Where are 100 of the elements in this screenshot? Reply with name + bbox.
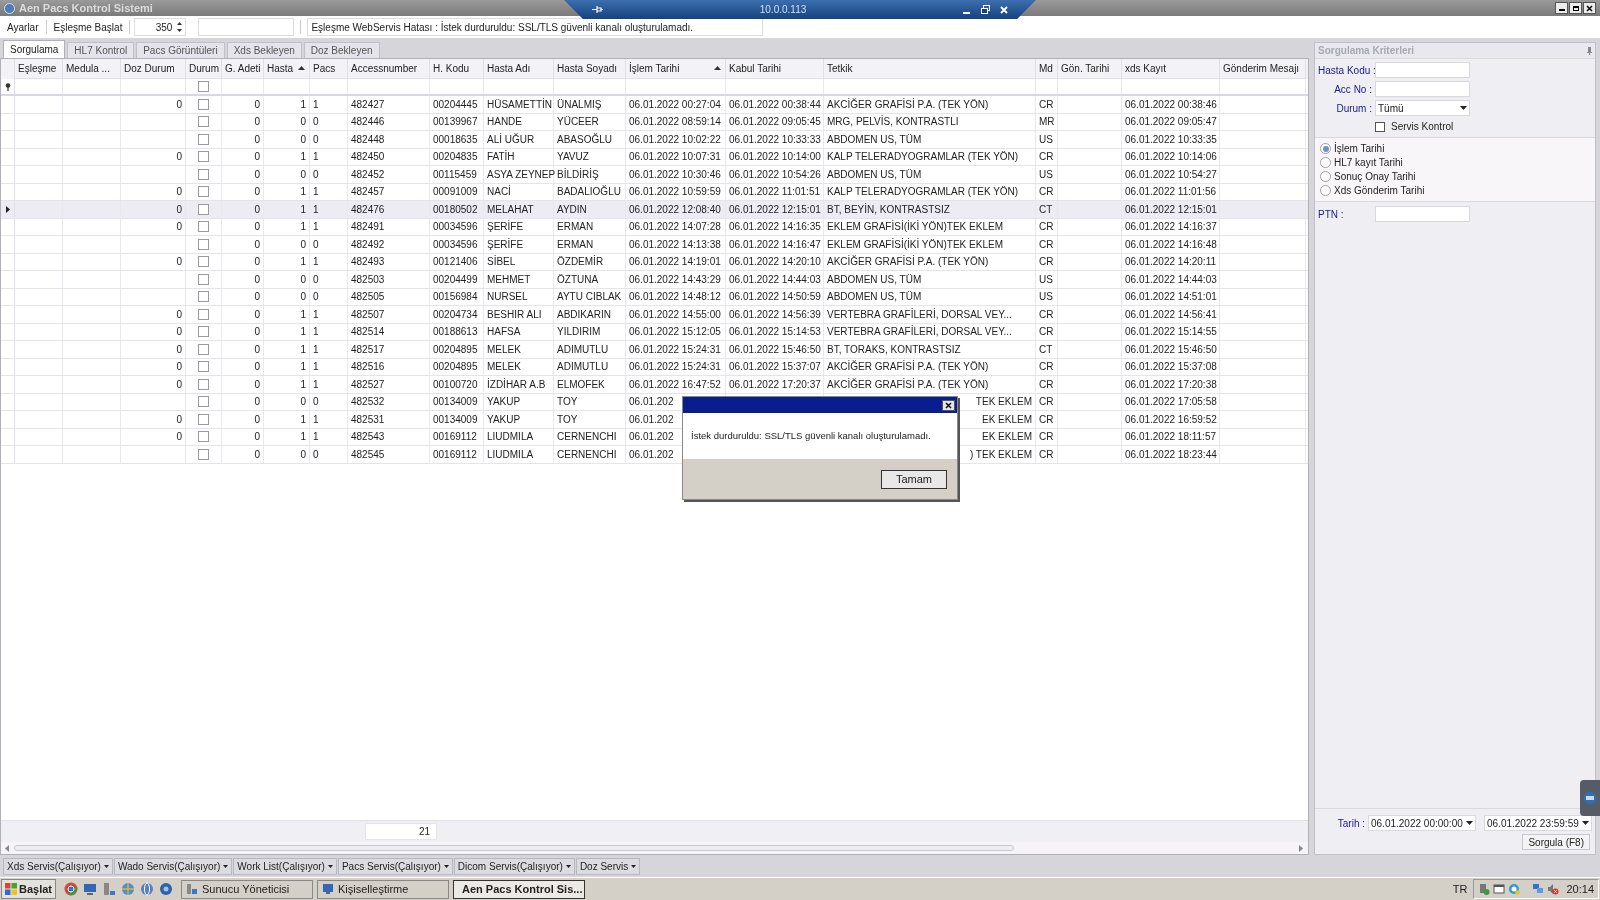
checkbox[interactable] [198, 238, 209, 250]
service-dropdown[interactable]: Dicom Servis(Çalışıyor) [453, 857, 575, 875]
column-header[interactable]: Eşleşme [15, 59, 63, 79]
sort-up-icon [714, 66, 721, 70]
globe-icon[interactable] [140, 882, 155, 896]
checkbox[interactable] [198, 256, 209, 268]
clock[interactable]: 20:14 [1562, 880, 1594, 898]
checkbox[interactable] [198, 431, 209, 443]
table-cell-text: 00204445 [433, 97, 478, 112]
column-header[interactable]: Doz Durum [121, 59, 186, 79]
close-button[interactable] [942, 399, 955, 411]
ptn-field[interactable] [1375, 206, 1470, 222]
column-header[interactable]: İşlem Tarihi [626, 59, 726, 79]
computers-icon[interactable] [1532, 883, 1545, 895]
refresh-icon[interactable] [1508, 883, 1521, 895]
pin-icon[interactable] [592, 5, 603, 14]
checkbox[interactable] [198, 343, 209, 355]
radio-button[interactable] [1320, 143, 1331, 154]
service-dropdown[interactable]: Doz Servis [575, 857, 641, 875]
date-picker[interactable]: 06.01.2022 23:59:59 [1484, 815, 1592, 831]
column-header[interactable]: Gön. Tarihi [1058, 59, 1122, 79]
column-header[interactable]: Tetkik [824, 59, 1036, 79]
hasta-kodu-field[interactable] [1375, 62, 1470, 78]
column-header[interactable]: G. Adeti [222, 59, 264, 79]
query-button[interactable]: Sorgula (F8) [1522, 834, 1590, 850]
taskbar-button[interactable]: Kişiselleştirme [317, 879, 450, 899]
checkbox[interactable] [198, 81, 209, 92]
checkbox[interactable] [198, 396, 209, 408]
language-indicator[interactable]: TR [1448, 880, 1472, 898]
checkbox[interactable] [198, 221, 209, 233]
checkbox[interactable] [1375, 121, 1385, 132]
checkbox[interactable] [198, 413, 209, 425]
checkbox[interactable] [198, 203, 209, 215]
horizontal-scrollbar[interactable] [1, 842, 1308, 854]
restore-icon[interactable] [981, 5, 990, 14]
checkbox[interactable] [198, 98, 209, 110]
column-header[interactable]: xds Kayıt [1122, 59, 1220, 79]
checkbox[interactable] [198, 378, 209, 390]
checkbox[interactable] [198, 151, 209, 163]
checkbox[interactable] [198, 116, 209, 128]
table-cell-text: HÜSAMETTİN [487, 97, 552, 112]
checkbox[interactable] [198, 308, 209, 320]
spinner-arrows-icon[interactable] [176, 21, 184, 33]
tab[interactable]: Xds Bekleyen [226, 42, 302, 58]
close-button[interactable] [1583, 2, 1596, 14]
scroll-left-icon[interactable] [5, 844, 10, 852]
table-cell-text: 0 [313, 447, 319, 462]
tab[interactable]: Doz Bekleyen [303, 42, 380, 58]
column-header[interactable]: Hasta [264, 59, 310, 79]
column-header[interactable]: Hasta Soyadı [554, 59, 626, 79]
checkbox[interactable] [198, 186, 209, 198]
column-header[interactable]: Gönderim Mesajı [1220, 59, 1306, 79]
side-tab[interactable] [1580, 780, 1600, 816]
column-header[interactable]: Medula ... [63, 59, 121, 79]
column-header[interactable]: Pacs [310, 59, 348, 79]
durum-dropdown[interactable]: Tümü [1375, 100, 1470, 116]
radio-button[interactable] [1320, 171, 1331, 182]
column-header[interactable]: Durum [186, 59, 222, 79]
ok-button[interactable]: Tamam [881, 469, 947, 489]
taskbar-button[interactable]: Aen Pacs Kontrol Sis... [453, 879, 586, 899]
muted-speaker-icon[interactable] [1547, 883, 1560, 895]
checkbox[interactable] [198, 273, 209, 285]
restore-button[interactable] [1569, 2, 1582, 14]
service-dropdown[interactable]: Wado Servis(Çalışıyor) [113, 857, 233, 875]
monitor-icon[interactable] [83, 882, 98, 896]
circle-icon[interactable] [64, 882, 79, 896]
column-header[interactable]: H. Kodu [430, 59, 484, 79]
column-header[interactable]: Md [1036, 59, 1058, 79]
toolbar-button[interactable]: Ayarlar [4, 19, 42, 35]
circle-icon[interactable] [159, 882, 174, 896]
service-dropdown[interactable]: Pacs Servis(Çalışıyor) [337, 857, 453, 875]
start-button[interactable]: Başlat [1, 879, 57, 899]
tab[interactable]: Sorgulama [3, 40, 66, 58]
acc-no-field[interactable] [1375, 81, 1470, 97]
column-header[interactable]: Accessnumber [348, 59, 430, 79]
checkbox[interactable] [198, 168, 209, 180]
scroll-right-icon[interactable] [1299, 844, 1304, 852]
tab[interactable]: HL7 Kontrol [67, 42, 135, 58]
checkbox[interactable] [198, 291, 209, 303]
radio-button[interactable] [1320, 157, 1331, 168]
minimize-button[interactable] [1555, 2, 1568, 14]
tab[interactable]: Pacs Görüntüleri [136, 42, 225, 58]
globe-icon[interactable] [121, 882, 136, 896]
number-spinner[interactable]: 350 [134, 18, 187, 36]
service-dropdown[interactable]: Xds Servis(Çalışıyor) [3, 857, 113, 875]
column-header[interactable]: Kabul Tarihi [726, 59, 824, 79]
window-icon[interactable] [1493, 883, 1506, 895]
checkbox[interactable] [198, 133, 209, 145]
service-dropdown[interactable]: Work List(Çalışıyor) [233, 857, 337, 875]
column-header[interactable]: Hasta Adı [484, 59, 554, 79]
close-icon[interactable] [1000, 5, 1008, 14]
taskbar-button[interactable]: Sunucu Yöneticisi [181, 879, 314, 899]
checkbox[interactable] [198, 361, 209, 373]
checkbox[interactable] [198, 326, 209, 338]
server-icon[interactable] [102, 882, 117, 896]
radio-button[interactable] [1320, 185, 1331, 196]
date-picker[interactable]: 06.01.2022 00:00:00 [1368, 815, 1476, 831]
checkbox[interactable] [198, 448, 209, 460]
toolbar-button[interactable]: Eşleşme Başlat [50, 19, 126, 35]
text-field[interactable] [198, 18, 295, 36]
